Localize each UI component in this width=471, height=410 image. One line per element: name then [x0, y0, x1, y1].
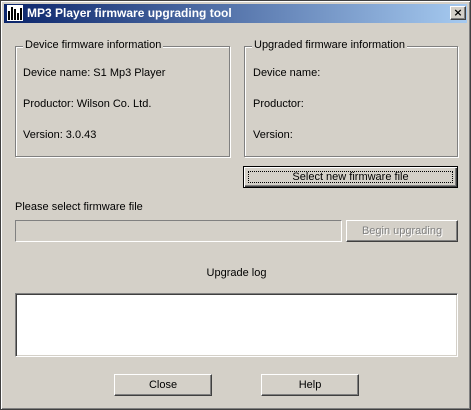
select-firmware-button[interactable]: Select new firmware file — [243, 166, 458, 188]
upgraded-device-name-text: Device name: — [253, 67, 321, 79]
upgraded-productor-text: Productor: — [253, 98, 304, 110]
firmware-tool-window: MP3 Player firmware upgrading tool × Dev… — [0, 0, 471, 410]
select-firmware-prompt: Please select firmware file — [15, 201, 143, 213]
begin-upgrading-button[interactable]: Begin upgrading — [346, 220, 458, 242]
close-icon: × — [453, 6, 463, 19]
close-window-button[interactable]: × — [450, 6, 466, 20]
upgraded-firmware-group-title: Upgraded firmware information — [252, 39, 408, 51]
focus-indicator — [248, 171, 453, 183]
title-bar[interactable]: MP3 Player firmware upgrading tool × — [4, 4, 467, 23]
version-text: Version: 3.0.43 — [23, 129, 97, 141]
begin-upgrading-label: Begin upgrading — [361, 225, 443, 237]
productor-text: Productor: Wilson Co. Ltd. — [23, 98, 152, 110]
close-button-label: Close — [148, 379, 178, 391]
upgraded-version-text: Version: — [253, 129, 293, 141]
upgrade-log-box[interactable] — [15, 293, 458, 357]
help-button-label: Help — [298, 379, 322, 391]
upgrade-progress-bar — [15, 220, 342, 242]
window-title: MP3 Player firmware upgrading tool — [27, 6, 232, 20]
close-button[interactable]: Close — [114, 374, 212, 396]
upgrade-log-label: Upgrade log — [206, 267, 267, 279]
device-name-text: Device name: S1 Mp3 Player — [23, 67, 166, 79]
device-firmware-group-title: Device firmware information — [23, 39, 164, 51]
help-button[interactable]: Help — [261, 374, 359, 396]
equalizer-bars-icon — [7, 5, 23, 21]
